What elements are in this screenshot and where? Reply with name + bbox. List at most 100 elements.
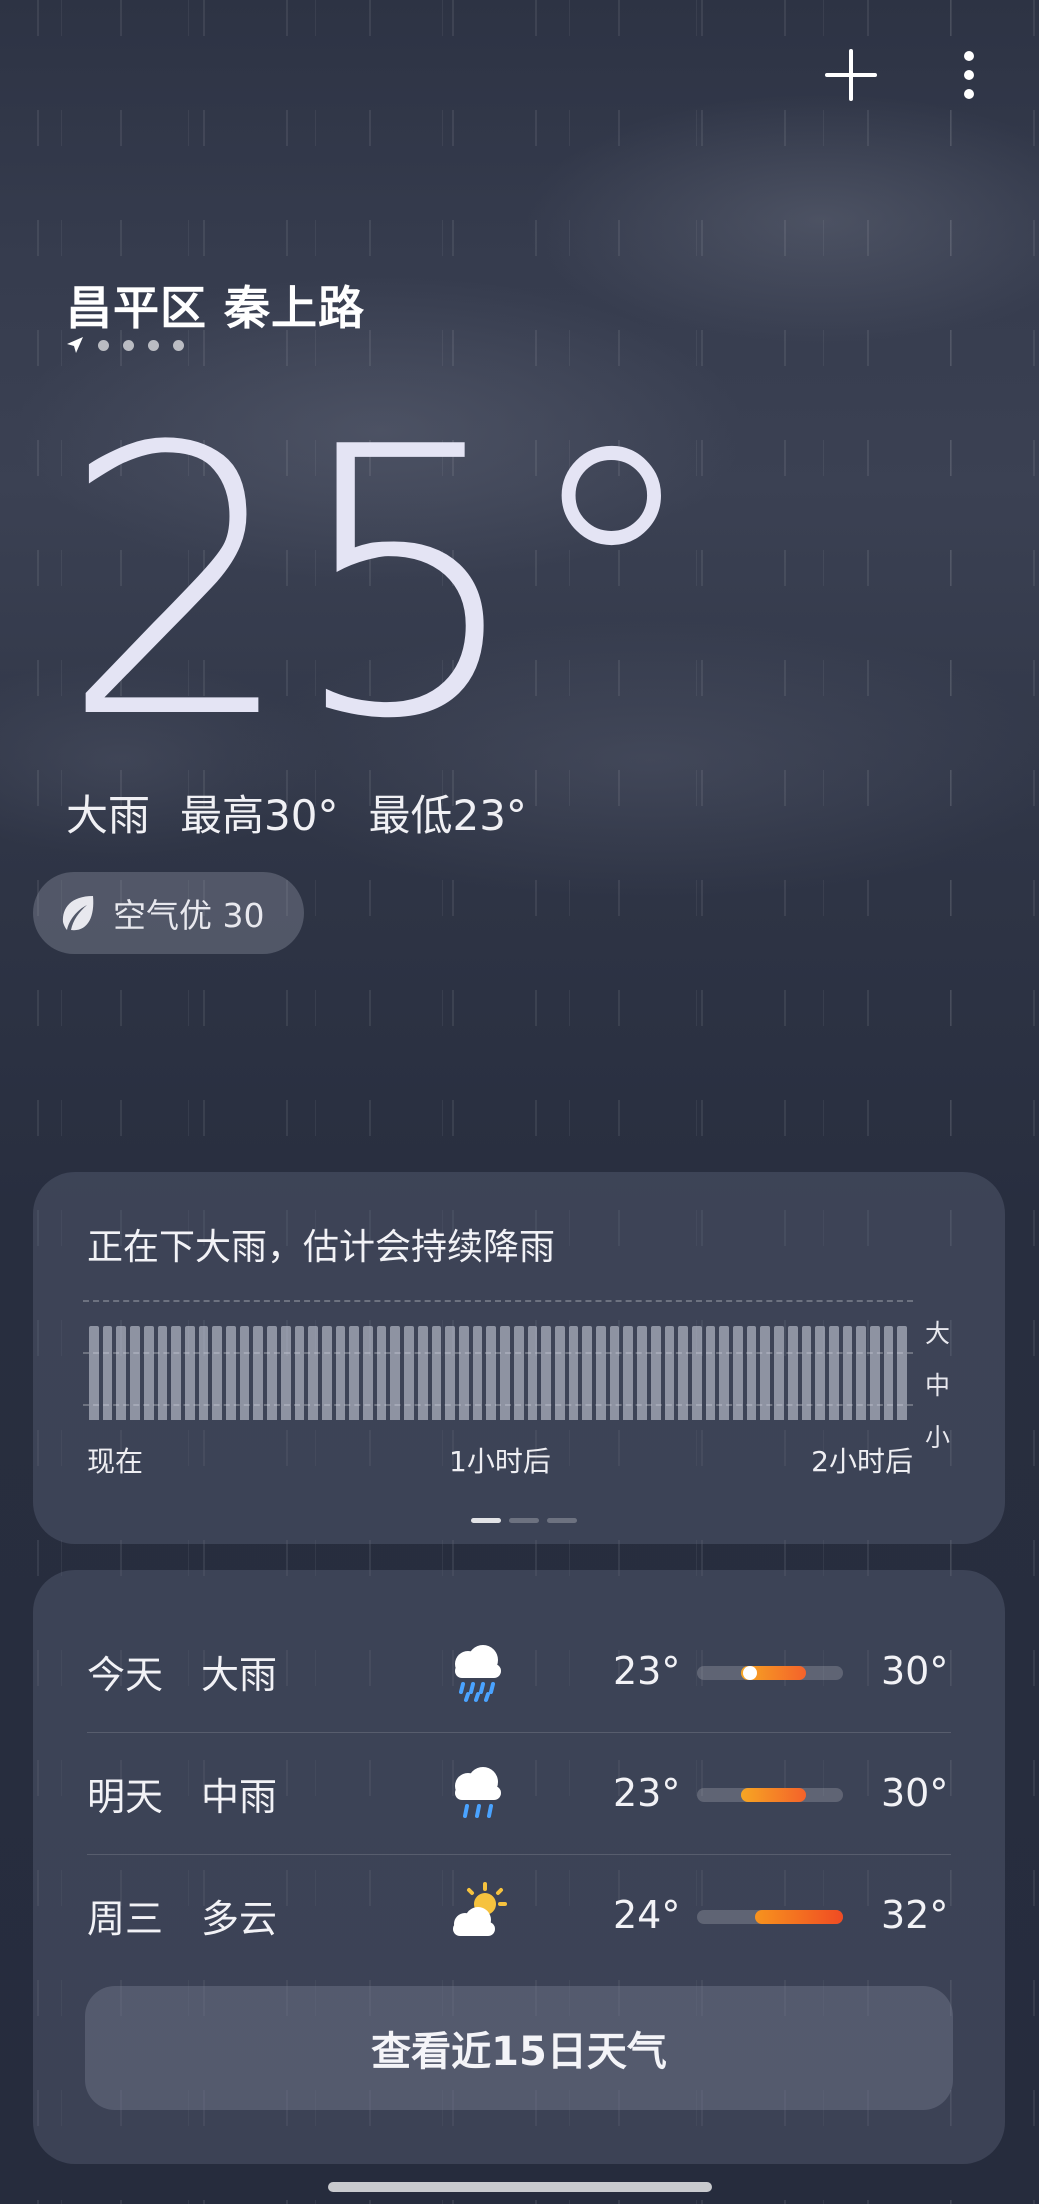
location-name[interactable]: 昌平区 秦上路 [66,272,365,338]
air-quality-text: 空气优 30 [113,896,265,935]
temperature-range-bar [697,1788,843,1802]
range-fill [755,1910,843,1924]
intensity-levels: 大 中 小 [925,1308,950,1464]
range-fill [740,1788,807,1802]
precipitation-bar [431,1326,442,1420]
precipitation-bar [130,1326,140,1420]
precipitation-bar [705,1326,716,1420]
low-temperature: 最低23° [368,791,527,840]
precipitation-bar [294,1326,305,1420]
heavy-rain-icon [455,1645,501,1702]
high-temperature: 最高30° [180,791,339,840]
forecast-row-wednesday[interactable]: 周三 多云 24° 32° [33,1854,1005,1976]
forecast-row-today[interactable]: 今天 大雨 23° 30° [33,1610,1005,1732]
precipitation-bar [390,1326,401,1420]
precipitation-bars [89,1300,908,1420]
precipitation-bar [267,1326,277,1420]
precipitation-bar [609,1326,620,1420]
precipitation-bar [664,1326,675,1420]
precipitation-bar [815,1326,825,1420]
precipitation-bar [774,1326,784,1420]
top-actions [821,45,999,105]
pager-dot [123,339,134,351]
precipitation-bar [760,1326,771,1420]
precipitation-card[interactable]: 正在下大雨，估计会持续降雨 大 中 小 现在 1小时后 2小时后 [33,1172,1005,1544]
level-heavy: 大 [925,1319,951,1348]
precipitation-bar [89,1326,99,1420]
precipitation-bar [417,1326,428,1420]
precipitation-bar [691,1326,702,1420]
precipitation-bar [308,1326,318,1420]
precipitation-bar [500,1326,510,1420]
precipitation-bar [321,1326,332,1420]
current-temp-marker [742,1666,757,1680]
precipitation-bar [527,1326,538,1420]
more-options-button[interactable] [939,45,999,105]
precipitation-bar [157,1326,168,1420]
forecast-day: 今天 [87,1652,164,1697]
precipitation-bar [458,1326,469,1420]
view-15-day-forecast-button[interactable]: 查看近15日天气 [85,1986,953,2110]
precipitation-bar [171,1326,181,1420]
precipitation-bar [541,1326,551,1420]
precipitation-bar [349,1326,360,1420]
pager-dot [173,339,184,351]
temperature-range-bar [697,1666,843,1680]
air-quality-badge[interactable]: 空气优 30 [33,872,305,954]
weather-summary: 大雨 最高30° 最低23° [66,782,557,843]
forecast-low: 24° [613,1893,681,1937]
precipitation-bar [596,1326,606,1420]
precipitation-bar [253,1326,264,1420]
precipitation-bar [376,1326,387,1420]
time-2h: 2小时后 [811,1445,913,1478]
forecast-row-tomorrow[interactable]: 明天 中雨 23° 30° [33,1732,1005,1854]
forecast-high: 30° [881,1771,949,1815]
precipitation-bar [650,1326,661,1420]
moderate-rain-icon [455,1767,501,1818]
more-vertical-icon [964,51,974,99]
precipitation-bar [280,1326,291,1420]
precipitation-bar [568,1326,579,1420]
card-page-indicator [471,1518,577,1523]
precipitation-bar [856,1326,867,1420]
precipitation-bar [116,1326,127,1420]
level-light: 小 [925,1423,951,1452]
precipitation-bar [198,1326,209,1420]
forecast-condition: 大雨 [201,1652,278,1697]
forecast-low: 23° [613,1771,681,1815]
precipitation-bar [143,1326,154,1420]
precipitation-bar [239,1326,250,1420]
forecast-high: 30° [881,1649,949,1693]
forecast-day: 明天 [87,1774,164,1819]
temperature-range-bar [697,1910,843,1924]
page-dot [547,1518,577,1523]
leaf-icon [62,896,94,931]
precipitation-bar [445,1326,455,1420]
precipitation-bar [733,1326,743,1420]
level-moderate: 中 [925,1371,951,1400]
add-city-button[interactable] [821,45,881,105]
current-temperature: 25° [60,370,704,800]
precipitation-bar [226,1326,236,1420]
precipitation-bar [363,1326,373,1420]
precipitation-bar [842,1326,853,1420]
precipitation-bar [787,1326,798,1420]
forecast-high: 32° [881,1893,949,1937]
precipitation-bar [678,1326,688,1420]
forecast-condition: 中雨 [201,1774,278,1819]
page-dot [471,1518,501,1523]
forecast-day: 周三 [87,1896,164,1941]
forecast-low: 23° [613,1649,681,1693]
home-indicator[interactable] [328,2182,712,2192]
precipitation-bar [582,1326,593,1420]
forecast-condition: 多云 [201,1896,278,1941]
precipitation-bar [486,1326,497,1420]
precipitation-bar [719,1326,730,1420]
precipitation-bar [554,1326,565,1420]
precipitation-title: 正在下大雨，估计会持续降雨 [87,1227,556,1268]
daily-forecast-card: 今天 大雨 23° 30° 明天 中雨 23° 30° 周三 多云 24° 32… [33,1570,1005,2164]
precipitation-bar [335,1326,346,1420]
precipitation-bar [828,1326,839,1420]
page-dot [509,1518,539,1523]
precipitation-bar [513,1326,524,1420]
